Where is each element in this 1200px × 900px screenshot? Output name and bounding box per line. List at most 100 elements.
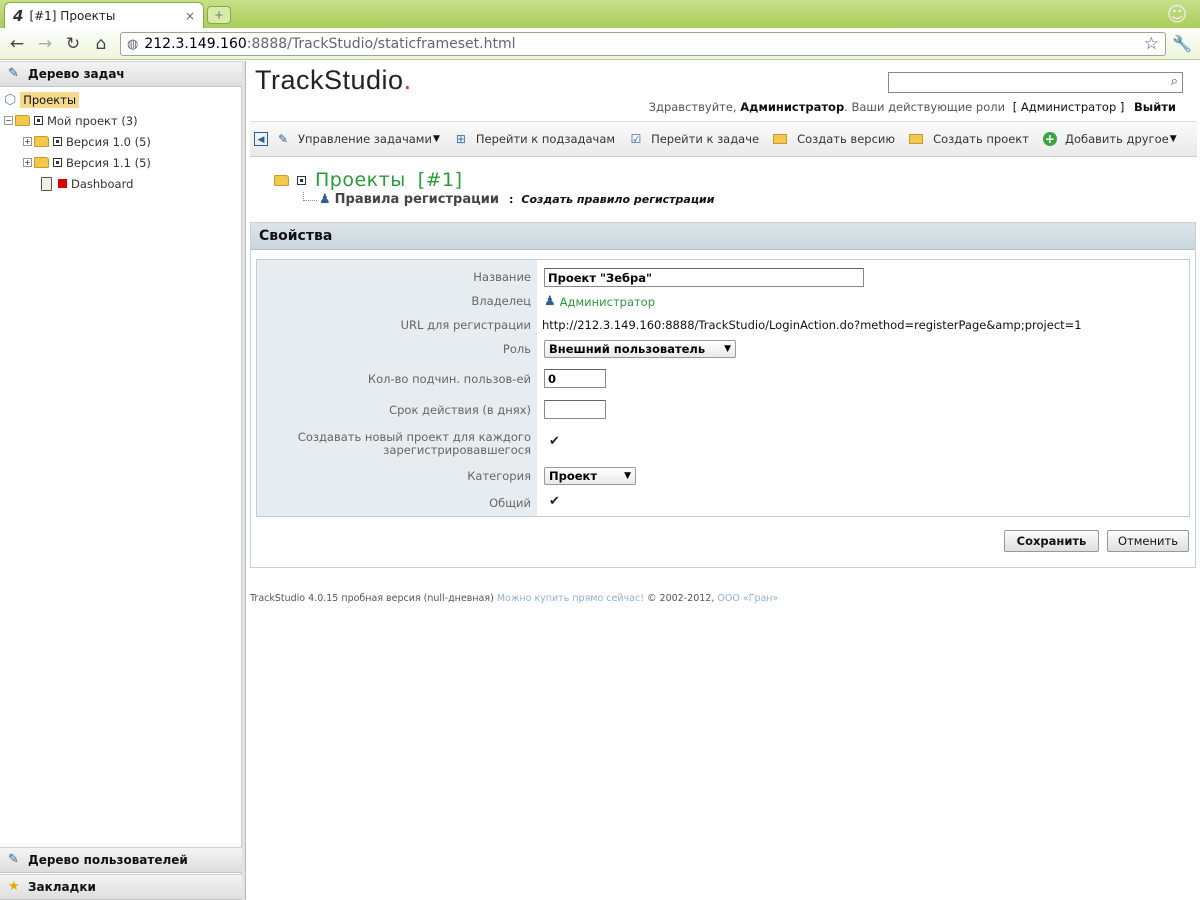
forward-icon[interactable]: → xyxy=(34,34,56,54)
panel-title: Свойства xyxy=(251,223,1195,250)
registration-url: http://212.3.149.160:8888/TrackStudio/Lo… xyxy=(542,318,1082,332)
count-label: Кол-во подчин. пользов-ей xyxy=(367,371,531,386)
cancel-button[interactable]: Отменить xyxy=(1107,530,1189,552)
home-icon[interactable]: ⌂ xyxy=(90,34,112,54)
wrench-icon[interactable]: 🔧 xyxy=(1172,34,1192,53)
users-tree-header[interactable]: ✎ Дерево пользователей xyxy=(0,847,242,873)
tree-item-projects[interactable]: ⬡ Проекты xyxy=(0,89,242,110)
url-label: URL для регистрации xyxy=(400,317,531,332)
expand-icon[interactable]: + xyxy=(23,137,32,146)
search-input[interactable]: ⌕ xyxy=(888,72,1183,93)
address-bar[interactable]: ◍ 212.3.149.160:8888/TrackStudio/staticf… xyxy=(120,32,1166,56)
folder-icon xyxy=(15,115,30,126)
task-tree-header[interactable]: ✎ Дерево задач xyxy=(0,61,242,87)
go-to-task-button[interactable]: ☑ Перейти к задаче xyxy=(629,132,759,146)
tree-item-version-1-1[interactable]: + Версия 1.1 (5) xyxy=(0,152,242,173)
subtasks-icon: ⊞ xyxy=(455,132,466,146)
tree-item-my-project[interactable]: − Мой проект (3) xyxy=(0,110,242,131)
close-icon[interactable]: × xyxy=(185,9,195,23)
manage-tasks-menu[interactable]: ✎ Управление задачами ▼ xyxy=(276,132,440,146)
browser-tab[interactable]: 4 [#1] Проекты × xyxy=(4,2,204,28)
star-icon: ★ xyxy=(8,879,20,894)
role-select[interactable]: Внешний пользователь ▼ xyxy=(544,340,736,358)
profile-icon: ☺ xyxy=(1166,2,1188,26)
browser-tabstrip: 4 [#1] Проекты × + ☺ xyxy=(0,0,1200,28)
task-icon xyxy=(53,158,62,167)
tree-item-dashboard[interactable]: Dashboard xyxy=(0,173,242,194)
chevron-down-icon: ▼ xyxy=(724,344,731,354)
footer-text: TrackStudio 4.0.15 пробная версия (null-… xyxy=(250,593,494,604)
task-tree-icon: ✎ xyxy=(8,66,19,81)
shared-checkbox[interactable]: ✔ xyxy=(544,494,560,509)
folder-icon xyxy=(909,134,924,144)
action-label: Перейти к задаче xyxy=(651,132,760,146)
category-select[interactable]: Проект ▼ xyxy=(544,467,636,485)
logo[interactable]: TrackStudio. xyxy=(255,65,412,96)
role-row: Роль Внешний пользователь ▼ xyxy=(257,340,1189,358)
users-tree-title: Дерево пользователей xyxy=(28,853,188,867)
task-icon xyxy=(53,137,62,146)
task-tree: ⬡ Проекты − Мой проект (3) + Версия 1.0 … xyxy=(0,89,242,194)
name-input[interactable] xyxy=(544,268,864,287)
rule-action: Создать правило регистрации xyxy=(521,193,715,206)
breadcrumb: ♟ Правила регистрации : Создать правило … xyxy=(303,192,714,207)
action-label: Создать проект xyxy=(933,132,1029,146)
current-role: [ Администратор ] xyxy=(1012,100,1125,114)
browser-toolbar: ← → ↻ ⌂ ◍ 212.3.149.160:8888/TrackStudio… xyxy=(0,28,1200,60)
tree-item-label: Версия 1.0 (5) xyxy=(66,134,151,149)
chevron-down-icon: ▼ xyxy=(1169,134,1177,144)
bookmarks-title: Закладки xyxy=(28,880,96,894)
shared-label: Общий xyxy=(489,495,531,510)
term-input[interactable] xyxy=(544,400,606,419)
company-link[interactable]: ООО «Гран» xyxy=(717,593,778,604)
status-icon xyxy=(58,179,67,188)
owner-link[interactable]: Администратор xyxy=(560,295,655,309)
add-other-menu[interactable]: + Добавить другое ▼ xyxy=(1042,132,1177,146)
new-tab-button[interactable]: + xyxy=(207,6,231,24)
folder-icon xyxy=(34,136,49,147)
create-version-button[interactable]: Создать версию xyxy=(773,132,895,146)
expand-icon[interactable]: + xyxy=(23,158,32,167)
name-label: Название xyxy=(473,269,531,284)
create-project-checkbox[interactable]: ✔ xyxy=(544,434,560,449)
users-icon: ✎ xyxy=(8,852,19,867)
owner-row: Владелец ♟ Администратор xyxy=(257,292,1189,310)
clipboard-icon xyxy=(41,176,52,191)
url-text: 212.3.149.160:8888/TrackStudio/staticfra… xyxy=(144,36,516,52)
category-label: Категория xyxy=(467,468,531,483)
tree-item-label: Dashboard xyxy=(71,176,134,191)
collapse-icon[interactable]: − xyxy=(4,116,13,125)
page-title[interactable]: Проекты [#1] xyxy=(315,169,463,191)
bookmarks-header[interactable]: ★ Закладки xyxy=(0,874,242,900)
main-pane: TrackStudio. ⌕ Здравствуйте, Администрат… xyxy=(247,61,1200,900)
star-icon[interactable]: ☆ xyxy=(1144,34,1159,54)
rule-name[interactable]: Правила регистрации xyxy=(335,192,499,207)
logout-link[interactable]: Выйти xyxy=(1134,100,1176,114)
tree-item-version-1-0[interactable]: + Версия 1.0 (5) xyxy=(0,131,242,152)
create-project-button[interactable]: Создать проект xyxy=(909,132,1029,146)
create-project-row: Создавать новый проект для каждого зареги… xyxy=(257,430,1189,458)
buy-link[interactable]: Можно купить прямо сейчас! xyxy=(497,593,644,604)
tools-icon: ✎ xyxy=(277,132,289,146)
action-label: Создать версию xyxy=(797,132,896,146)
properties-form: Название Владелец ♟ Администратор URL дл… xyxy=(256,259,1190,517)
current-user[interactable]: Администратор xyxy=(740,100,844,114)
save-button[interactable]: Сохранить xyxy=(1004,530,1099,552)
properties-panel: Свойства Название Владелец ♟ Администрат… xyxy=(250,222,1196,568)
tree-connector xyxy=(303,192,317,201)
greeting-prefix: Здравствуйте, xyxy=(648,100,737,114)
count-input[interactable] xyxy=(544,369,606,388)
action-label: Добавить другое xyxy=(1064,132,1169,146)
collapse-panel-icon[interactable]: ◀ xyxy=(254,132,268,146)
footer: TrackStudio 4.0.15 пробная версия (null-… xyxy=(250,593,778,604)
folder-icon xyxy=(274,174,289,186)
owner-label: Владелец xyxy=(471,293,531,308)
back-icon[interactable]: ← xyxy=(6,34,28,54)
separator: : xyxy=(508,193,514,206)
copyright: © 2002-2012, xyxy=(647,593,715,604)
tree-item-label: Мой проект (3) xyxy=(47,113,138,128)
reload-icon[interactable]: ↻ xyxy=(62,34,84,54)
pane-splitter[interactable] xyxy=(242,61,246,900)
search-icon[interactable]: ⌕ xyxy=(1171,74,1178,89)
go-to-subtasks-button[interactable]: ⊞ Перейти к подзадачам xyxy=(454,132,615,146)
